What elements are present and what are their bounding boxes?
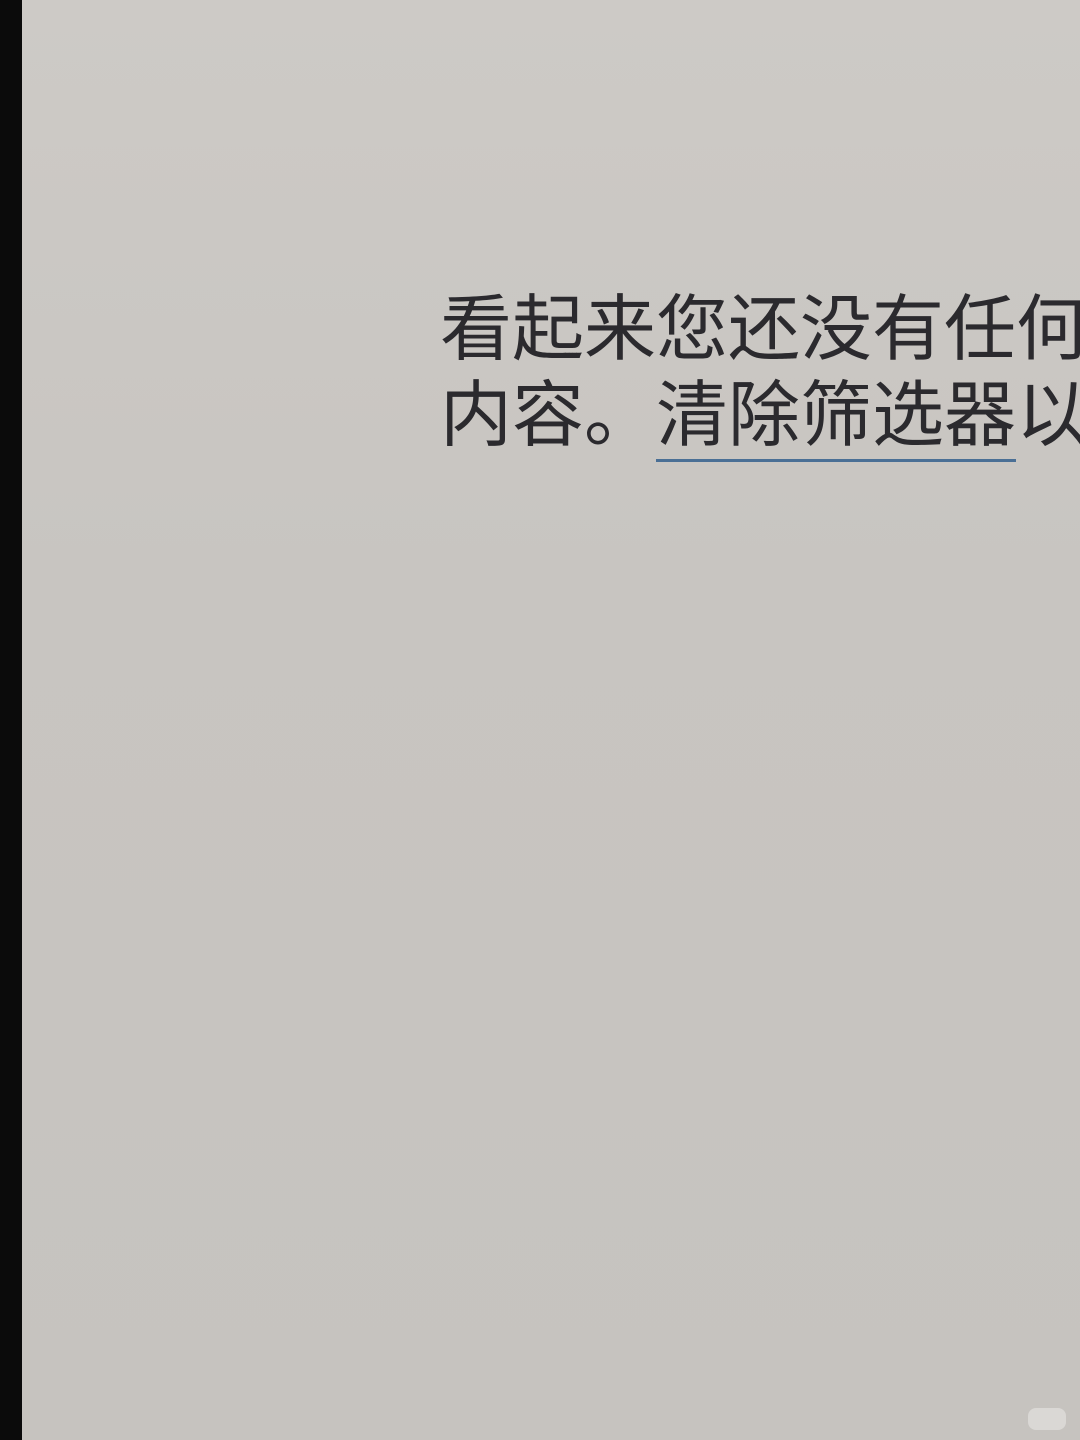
empty-state-line-1: 看起来您还没有任何: [440, 287, 1080, 371]
empty-state-message: 看起来您还没有任何 内容。清除筛选器以: [440, 286, 1080, 462]
empty-state-line-2-suffix: 以: [1016, 373, 1080, 457]
app-screen: 看起来您还没有任何 内容。清除筛选器以: [22, 0, 1080, 1440]
clear-filters-link[interactable]: 清除筛选器: [656, 373, 1017, 462]
empty-state-line-2-prefix: 内容。: [440, 373, 657, 457]
watermark-icon: [1028, 1408, 1066, 1430]
photo-frame: 看起来您还没有任何 内容。清除筛选器以: [0, 0, 1080, 1440]
device-bezel: [0, 0, 22, 1440]
empty-state-line-2: 内容。清除筛选器以: [440, 372, 1080, 462]
